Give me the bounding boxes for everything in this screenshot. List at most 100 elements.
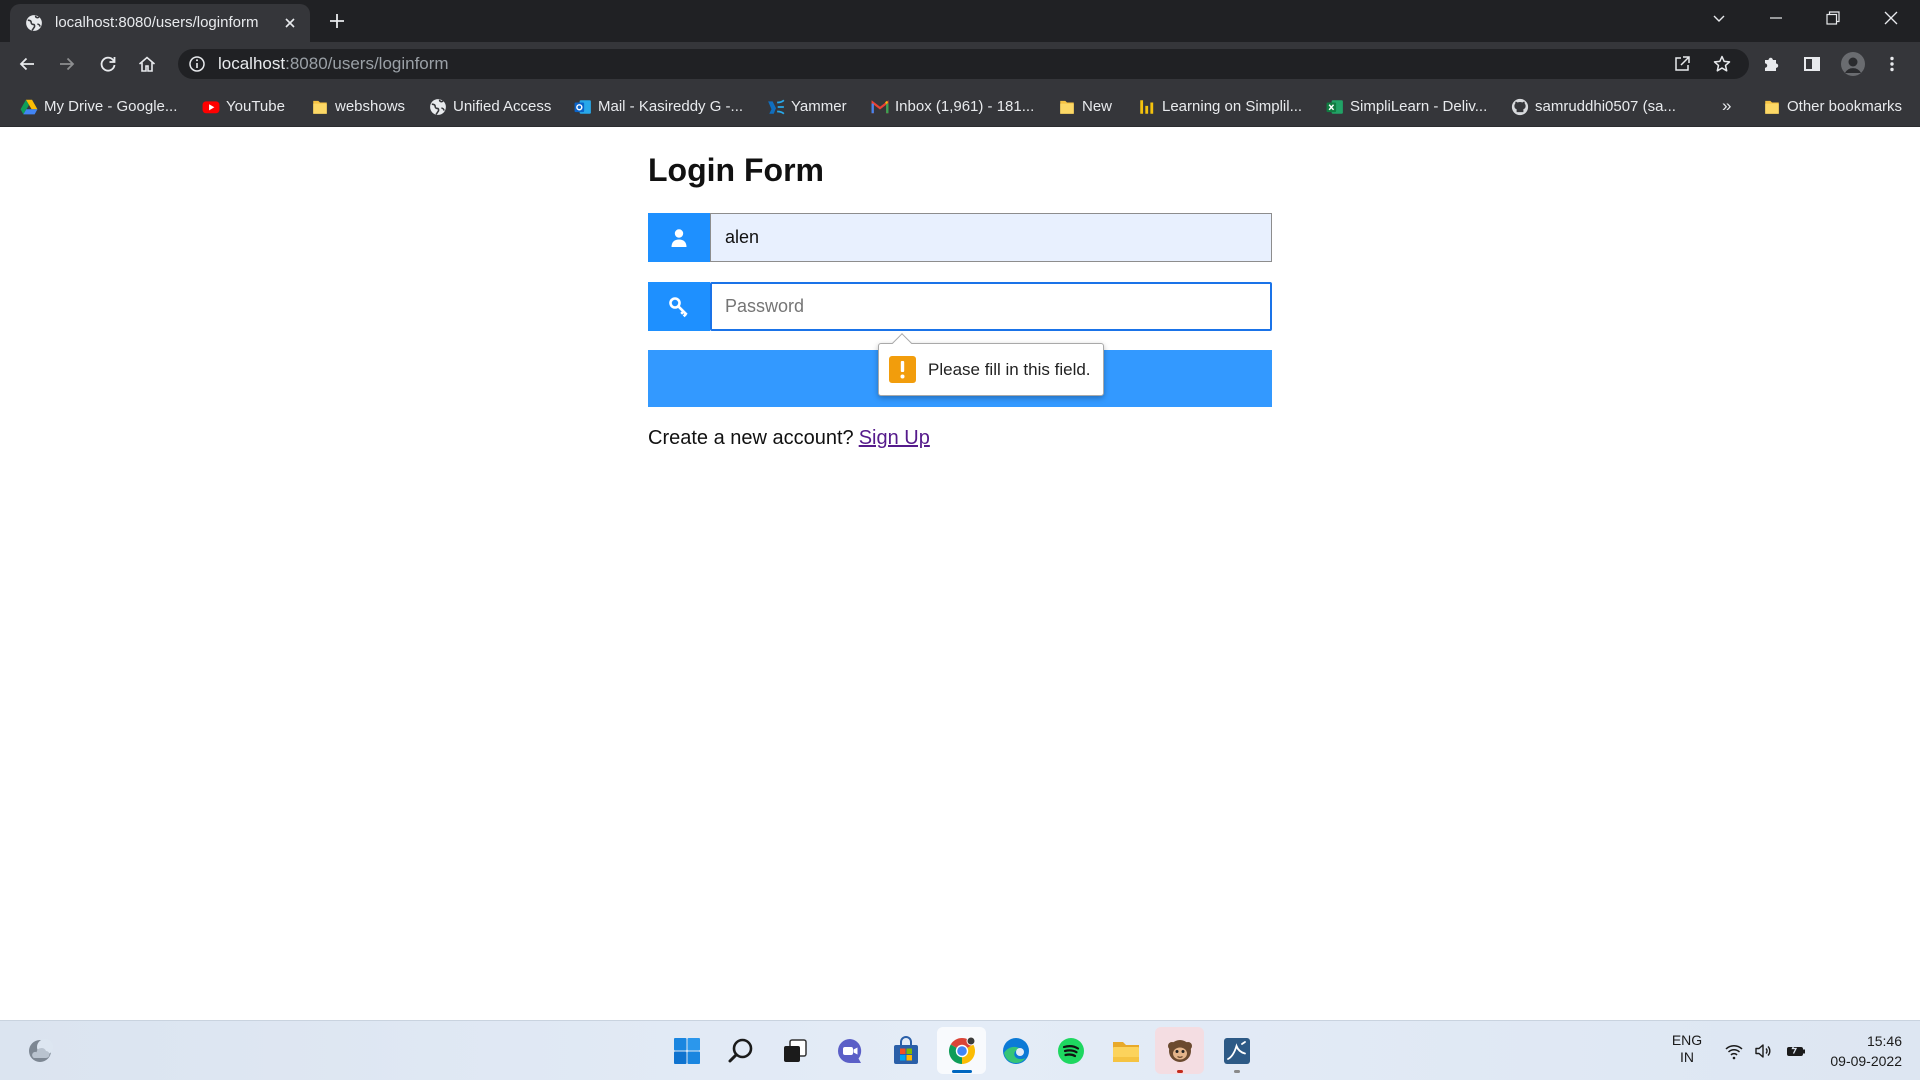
back-arrow-icon[interactable]: [17, 54, 37, 74]
signup-prompt: Create a new account? Sign Up: [648, 427, 930, 450]
tab-search-chevron-down-icon[interactable]: [1709, 8, 1729, 28]
microsoft-store-button[interactable]: [881, 1027, 930, 1074]
windows-taskbar: ENG IN 15:46 09-09-2022: [0, 1020, 1920, 1080]
home-icon[interactable]: [137, 54, 157, 74]
github-icon: [1511, 98, 1529, 116]
other-bookmarks-label: Other bookmarks: [1787, 98, 1903, 115]
url-text[interactable]: localhost:8080/users/loginform: [218, 49, 449, 79]
simplilearn-icon: [1138, 98, 1156, 116]
share-icon[interactable]: [1672, 54, 1692, 74]
forward-arrow-icon[interactable]: [57, 54, 77, 74]
input-language[interactable]: ENG IN: [1667, 1032, 1707, 1066]
url-host: localhost: [218, 54, 286, 73]
bookmark-my-drive[interactable]: My Drive - Google...: [20, 86, 177, 127]
close-tab-icon[interactable]: [280, 13, 300, 33]
taskbar-search-button[interactable]: [716, 1027, 765, 1074]
active-app-indicator: [951, 1070, 972, 1073]
mysql-workbench-icon: [1222, 1036, 1252, 1066]
region-code: IN: [1680, 1049, 1694, 1065]
weather-icon: [26, 1036, 56, 1066]
attention-indicator: [1176, 1070, 1183, 1073]
bookmarks-overflow-chevron[interactable]: »: [1722, 86, 1731, 127]
folder-icon: [311, 98, 329, 116]
teams-chat-icon: [835, 1036, 865, 1066]
reload-icon[interactable]: [98, 54, 118, 74]
password-input[interactable]: [710, 282, 1272, 331]
browser-toolbar: localhost:8080/users/loginform: [0, 42, 1920, 86]
edge-icon: [1001, 1036, 1031, 1066]
browser-tab-strip: localhost:8080/users/loginform: [0, 0, 1920, 42]
chrome-taskbar-button[interactable]: [937, 1027, 986, 1074]
new-tab-icon[interactable]: [327, 11, 347, 31]
bookmark-label: samruddhi0507 (sa...: [1535, 98, 1676, 115]
youtube-icon: [202, 98, 220, 116]
avatar-app-taskbar-button[interactable]: [1155, 1027, 1204, 1074]
search-icon: [726, 1036, 756, 1066]
bookmark-github[interactable]: samruddhi0507 (sa...: [1511, 86, 1676, 127]
url-path: :8080/users/loginform: [285, 54, 449, 73]
tab-title: localhost:8080/users/loginform: [55, 14, 259, 31]
language-code: ENG: [1671, 1032, 1703, 1048]
running-app-indicator: [1233, 1070, 1240, 1073]
battery-charging-icon[interactable]: [1785, 1041, 1807, 1061]
password-row: [648, 282, 1272, 331]
start-button[interactable]: [662, 1027, 711, 1074]
browser-menu-icon[interactable]: [1882, 54, 1902, 74]
bookmark-simplilearn-delivery[interactable]: SimpliLearn - Deliv...: [1326, 86, 1487, 127]
bookmark-mail-outlook[interactable]: Mail - Kasireddy G -...: [574, 86, 743, 127]
close-window-icon[interactable]: [1881, 8, 1901, 28]
minimize-window-icon[interactable]: [1766, 8, 1786, 28]
bookmark-folder-new[interactable]: New: [1058, 86, 1112, 127]
chrome-icon: [947, 1036, 977, 1066]
file-explorer-icon: [1111, 1036, 1141, 1066]
bookmark-label: Mail - Kasireddy G -...: [598, 98, 744, 115]
user-icon: [648, 213, 710, 262]
volume-icon[interactable]: [1753, 1041, 1773, 1061]
spotify-icon: [1056, 1036, 1086, 1066]
avatar-app-icon: [1165, 1036, 1195, 1066]
bookmark-label: My Drive - Google...: [44, 98, 178, 115]
site-info-icon[interactable]: [187, 54, 207, 74]
gmail-icon: [871, 98, 889, 116]
bookmarks-bar: My Drive - Google... YouTube webshows Un…: [0, 86, 1920, 127]
other-bookmarks-folder[interactable]: Other bookmarks: [1763, 86, 1902, 127]
extensions-puzzle-icon[interactable]: [1762, 54, 1782, 74]
bookmark-gmail-inbox[interactable]: Inbox (1,961) - 181...: [871, 86, 1034, 127]
bookmark-label: Unified Access: [453, 98, 552, 115]
bookmark-folder-webshows[interactable]: webshows: [311, 86, 405, 127]
bookmark-star-icon[interactable]: [1712, 54, 1732, 74]
restore-window-icon[interactable]: [1823, 8, 1843, 28]
bookmark-label: Learning on Simplil...: [1162, 98, 1303, 115]
bookmark-label: Yammer: [791, 98, 847, 115]
bookmark-learning-simplilearn[interactable]: Learning on Simplil...: [1138, 86, 1302, 127]
mysql-workbench-taskbar-button[interactable]: [1212, 1027, 1261, 1074]
system-clock[interactable]: 15:46 09-09-2022: [1830, 1031, 1902, 1071]
clock-time: 15:46: [1866, 1033, 1902, 1049]
wifi-icon[interactable]: [1724, 1041, 1744, 1061]
file-explorer-taskbar-button[interactable]: [1101, 1027, 1150, 1074]
tab-active[interactable]: localhost:8080/users/loginform: [10, 4, 310, 42]
clock-date: 09-09-2022: [1830, 1053, 1902, 1069]
side-panel-icon[interactable]: [1802, 54, 1822, 74]
username-input[interactable]: [710, 213, 1272, 262]
spotify-taskbar-button[interactable]: [1046, 1027, 1095, 1074]
page-title: Login Form: [648, 152, 824, 188]
bookmark-youtube[interactable]: YouTube: [202, 86, 285, 127]
bookmark-label: Inbox (1,961) - 181...: [895, 98, 1035, 115]
tooltip-message: Please fill in this field.: [928, 360, 1091, 379]
widgets-button[interactable]: [16, 1027, 65, 1074]
signup-link[interactable]: Sign Up: [859, 427, 930, 449]
profile-avatar-icon[interactable]: [1841, 52, 1865, 76]
bookmark-unified-access[interactable]: Unified Access: [429, 86, 551, 127]
bookmark-label: YouTube: [226, 98, 285, 115]
folder-icon: [1058, 98, 1076, 116]
outlook-icon: [574, 98, 592, 116]
globe-icon: [25, 14, 43, 32]
warning-icon: [889, 356, 916, 383]
teams-chat-button[interactable]: [825, 1027, 874, 1074]
edge-taskbar-button[interactable]: [991, 1027, 1040, 1074]
bookmark-label: SimpliLearn - Deliv...: [1350, 98, 1488, 115]
bookmark-yammer[interactable]: Yammer: [767, 86, 847, 127]
task-view-button[interactable]: [770, 1027, 819, 1074]
address-bar[interactable]: localhost:8080/users/loginform: [178, 49, 1749, 79]
